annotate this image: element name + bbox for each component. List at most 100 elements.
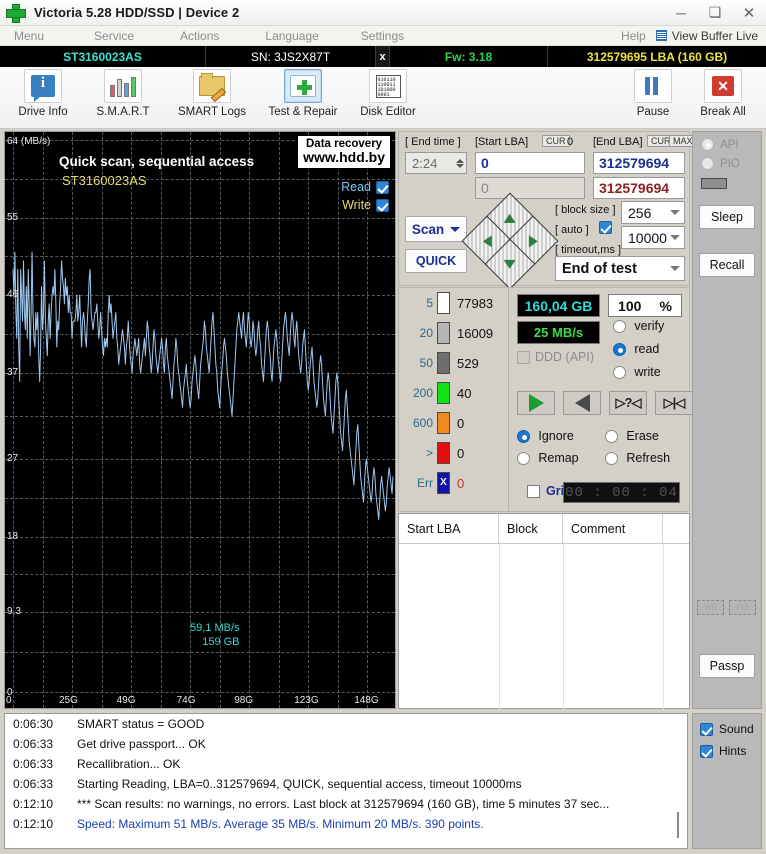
test-and-repair-label: Test & Repair <box>268 106 338 118</box>
table-body[interactable] <box>399 544 689 709</box>
remap-radio[interactable] <box>517 452 530 466</box>
action-ignore-row[interactable]: Ignore <box>517 429 574 444</box>
legend-read-checkbox[interactable] <box>376 180 389 194</box>
log-time: 0:12:10 <box>13 797 54 811</box>
block-stat-threshold: Err <box>417 476 433 490</box>
menu-item-menu[interactable]: Menu <box>4 29 54 43</box>
start-lba-value2: 0 <box>481 180 489 196</box>
mode-read-row[interactable]: read <box>613 342 659 357</box>
sleep-button[interactable]: Sleep <box>699 205 755 229</box>
drive-capacity: 312579695 LBA (160 GB) <box>586 49 728 64</box>
defect-table[interactable]: Start LBA Block Comment <box>398 513 690 709</box>
stop-x-icon: ✕ <box>704 69 742 103</box>
log-row[interactable]: 0:06:30 SMART status = GOOD <box>5 714 687 734</box>
smart-logs-button[interactable]: SMART Logs <box>172 69 252 127</box>
ignore-radio[interactable] <box>517 430 530 444</box>
sound-checkbox[interactable] <box>700 722 713 736</box>
quick-button[interactable]: QUICK <box>405 249 467 273</box>
step-query-button[interactable]: ▷?◁ <box>609 391 647 415</box>
play-forward-button[interactable] <box>517 391 555 415</box>
speed-display: 25 MB/s <box>517 321 600 344</box>
action-erase-row[interactable]: Erase <box>605 429 659 444</box>
recall-button[interactable]: Recall <box>699 253 755 277</box>
start-lba-cur-button[interactable]: CUR <box>542 135 570 147</box>
log-scrollbar[interactable] <box>677 812 679 838</box>
log-panel[interactable]: 0:06:30 SMART status = GOOD 0:06:33 Get dri… <box>4 713 688 849</box>
refresh-radio[interactable] <box>605 452 618 466</box>
log-row[interactable]: 0:12:10 *** Scan results: no warnings, no… <box>5 794 687 814</box>
end-time-value: 2:24 <box>412 155 438 171</box>
wr-button[interactable]: WR <box>697 600 724 615</box>
hints-option-row[interactable]: Hints <box>693 744 761 758</box>
smart-button[interactable]: S.M.A.R.T <box>88 69 158 127</box>
close-button[interactable]: ✕ <box>732 0 766 26</box>
pio-radio[interactable] <box>701 157 714 170</box>
start-lba-secondary[interactable]: 0 <box>475 177 585 199</box>
navigation-dpad[interactable] <box>461 192 559 290</box>
passport-button[interactable]: Passp <box>699 654 755 678</box>
menu-item-actions[interactable]: Actions <box>170 29 229 43</box>
mode-verify-row[interactable]: verify <box>613 319 664 334</box>
menu-item-settings[interactable]: Settings <box>351 29 414 43</box>
drive-info-button[interactable]: Drive Info <box>8 69 78 127</box>
legend-write[interactable]: Write <box>341 198 389 212</box>
action-remap-row[interactable]: Remap <box>517 451 579 466</box>
column-start-lba[interactable]: Start LBA <box>399 514 499 543</box>
rd-button[interactable]: RD <box>729 600 756 615</box>
column-block[interactable]: Block <box>499 514 563 543</box>
speed-graph[interactable]: 64 (MB/s) 55 46 37 27 18 9,3 0 0 25G 49G 74G 98G 123… <box>4 131 396 709</box>
buffer-lines-icon <box>655 30 667 41</box>
read-radio[interactable] <box>613 343 626 357</box>
legend-write-checkbox[interactable] <box>376 198 389 212</box>
play-backward-button[interactable] <box>563 391 601 415</box>
log-row[interactable]: 0:06:33 Recallibration... OK <box>5 754 687 774</box>
erase-radio[interactable] <box>605 430 618 444</box>
legend-read[interactable]: Read <box>341 180 389 194</box>
column-comment[interactable]: Comment <box>563 514 663 543</box>
verify-radio[interactable] <box>613 320 626 334</box>
pio-mode-row[interactable]: PIO <box>693 157 761 170</box>
drive-info-label: Drive Info <box>18 106 68 118</box>
end-lba-secondary[interactable]: 312579694 <box>593 177 685 199</box>
hints-checkbox[interactable] <box>700 744 713 758</box>
pause-button[interactable]: Pause <box>618 69 688 127</box>
percent-value: 100 <box>618 297 642 314</box>
log-row[interactable]: 0:12:10 Speed: Maximum 51 MB/s. Average 3… <box>5 814 687 834</box>
minimize-button[interactable]: ─ <box>664 0 698 26</box>
test-and-repair-button[interactable]: Test & Repair <box>262 69 344 127</box>
maximize-button[interactable]: ❑ <box>698 0 732 26</box>
api-mode-row[interactable]: API <box>693 138 761 151</box>
log-row[interactable]: 0:06:33 Starting Reading, LBA=0..31257969… <box>5 774 687 794</box>
annotation-position: 159 GB <box>202 636 240 648</box>
scan-button[interactable]: Scan <box>405 216 467 242</box>
start-lba-input[interactable]: 0 <box>475 152 585 174</box>
step-end-icon: ▷|◁ <box>663 395 686 410</box>
drive-close-icon[interactable]: x <box>376 46 390 67</box>
action-refresh-row[interactable]: Refresh <box>605 451 670 466</box>
menu-item-service[interactable]: Service <box>84 29 144 43</box>
block-size-select[interactable]: 256 <box>621 201 685 224</box>
end-of-test-select[interactable]: End of test <box>555 256 685 281</box>
auto-checkbox[interactable] <box>599 221 612 234</box>
scan-dropdown-icon[interactable] <box>450 226 461 232</box>
ddd-api-checkbox[interactable] <box>517 350 530 364</box>
menu-item-help[interactable]: Help <box>611 29 656 43</box>
ddd-api-checkbox-row[interactable]: DDD (API) <box>517 350 594 364</box>
sound-option-row[interactable]: Sound <box>693 722 761 736</box>
mode-write-row[interactable]: write <box>613 365 661 380</box>
grid-checkbox[interactable] <box>527 484 540 498</box>
sidebar-slider[interactable] <box>701 178 727 189</box>
view-buffer-live-button[interactable]: View Buffer Live <box>655 29 766 43</box>
menu-item-language[interactable]: Language <box>255 29 328 43</box>
write-radio[interactable] <box>613 366 626 380</box>
stepper-arrows-icon[interactable] <box>456 158 464 168</box>
end-lba-input[interactable]: 312579694 <box>593 152 685 174</box>
log-row[interactable]: 0:06:33 Get drive passport... OK <box>5 734 687 754</box>
step-end-button[interactable]: ▷|◁ <box>655 391 693 415</box>
chevron-down-icon <box>670 235 680 240</box>
disk-editor-button[interactable]: 010110 110011 101000 0001 Disk Editor <box>350 69 426 127</box>
end-time-stepper[interactable]: 2:24 <box>405 152 467 174</box>
break-all-button[interactable]: ✕ Break All <box>688 69 758 127</box>
api-radio[interactable] <box>701 138 714 151</box>
timeout-select[interactable]: 10000 <box>621 226 685 249</box>
